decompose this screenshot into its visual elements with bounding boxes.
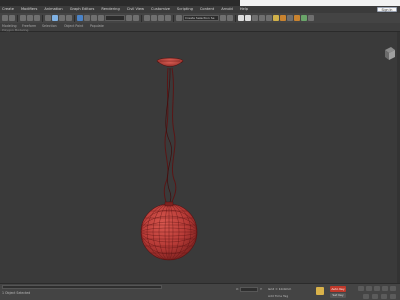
sign-in-button[interactable]: Sign In [377,7,397,12]
x-coordinate-field[interactable] [240,287,258,292]
rectangle-selection-icon[interactable] [59,15,65,21]
perspective-viewport[interactable] [0,32,400,283]
zoom-icon[interactable] [363,294,369,299]
ceiling-canopy[interactable] [156,57,184,67]
playback-controls [358,286,396,291]
edit-named-selection-icon[interactable] [176,15,182,21]
align-icon[interactable] [227,15,233,21]
unlink-icon[interactable] [27,15,33,21]
toggle-scene-explorer-icon[interactable] [238,15,244,21]
named-selection-set-input[interactable]: Create Selection Se [183,15,219,21]
pan-icon[interactable] [390,294,396,299]
grid-readout: Grid = 10.0mm [268,287,292,291]
pivot-center-icon[interactable] [126,15,132,21]
menu-create[interactable]: Create [0,6,18,13]
toggle-ribbon-icon[interactable] [252,15,258,21]
menu-bar: Create Modifiers Animation Graph Editors… [0,6,400,13]
a360-gallery-icon[interactable] [308,15,314,21]
set-key-button[interactable]: Set Key [330,293,346,298]
move-icon[interactable] [77,15,83,21]
toggle-layer-explorer-icon[interactable] [245,15,251,21]
material-editor-icon[interactable] [273,15,279,21]
go-to-end-icon[interactable] [390,286,396,291]
pendant-sphere[interactable] [140,201,198,261]
select-manipulate-icon[interactable] [133,15,139,21]
menu-content[interactable]: Content [197,6,218,13]
ribbon: Modeling Freeform Selection Object Paint… [0,23,400,32]
add-time-tag[interactable]: Add Time Tag [268,294,288,298]
menu-help[interactable]: Help [237,6,252,13]
mirror-icon[interactable] [220,15,226,21]
render-in-cloud-icon[interactable] [301,15,307,21]
status-bar: 1 Object Selected X: Y: Grid = 10.0mm Ad… [0,283,400,300]
go-to-start-icon[interactable] [358,286,364,291]
bind-space-warp-icon[interactable] [34,15,40,21]
ribbon-tab-object-paint[interactable]: Object Paint [64,24,83,28]
rendered-frame-window-icon[interactable] [287,15,293,21]
time-slider[interactable] [2,285,162,289]
y-coordinate-label: Y: [260,287,263,291]
select-by-name-icon[interactable] [52,15,58,21]
menu-arnold[interactable]: Arnold [218,6,237,13]
menu-civil-view[interactable]: Civil View [124,6,148,13]
auto-key-button[interactable]: Auto Key [330,286,346,292]
viewport-scene [140,47,395,261]
link-icon[interactable] [20,15,26,21]
schematic-view-icon[interactable] [266,15,272,21]
menu-modifiers[interactable]: Modifiers [18,6,41,13]
next-frame-icon[interactable] [382,286,388,291]
snaps-toggle-icon[interactable] [144,15,150,21]
play-icon[interactable] [374,286,380,291]
ribbon-tab-selection[interactable]: Selection [42,24,57,28]
toolbar-separator [17,14,18,22]
rotate-icon[interactable] [84,15,90,21]
ribbon-tab-populate[interactable]: Populate [90,24,104,28]
menu-scripting[interactable]: Scripting [174,6,197,13]
previous-frame-icon[interactable] [366,286,372,291]
viewport-navigation-controls [363,294,396,299]
zoom-all-icon[interactable] [372,294,378,299]
render-production-icon[interactable] [294,15,300,21]
spinner-snap-icon[interactable] [165,15,171,21]
pendant-cables[interactable] [163,67,177,206]
menu-customize[interactable]: Customize [148,6,174,13]
reference-coordinate-select[interactable] [105,15,125,21]
key-icon[interactable] [316,287,324,295]
scale-icon[interactable] [91,15,97,21]
percent-snap-icon[interactable] [158,15,164,21]
angle-snap-icon[interactable] [151,15,157,21]
menu-rendering[interactable]: Rendering [98,6,123,13]
render-setup-icon[interactable] [280,15,286,21]
undo-icon[interactable] [2,15,8,21]
window-crossing-icon[interactable] [66,15,72,21]
orbit-icon[interactable] [381,294,387,299]
redo-icon[interactable] [9,15,15,21]
curve-editor-icon[interactable] [259,15,265,21]
select-object-icon[interactable] [45,15,51,21]
x-coordinate-label: X: [236,287,240,291]
main-toolbar: Create Selection Se [0,13,400,23]
selection-status-text: 1 Object Selected [2,291,31,295]
menu-graph-editors[interactable]: Graph Editors [67,6,99,13]
place-icon[interactable] [98,15,104,21]
viewcube-icon[interactable] [385,47,395,60]
menu-animation[interactable]: Animation [41,6,66,13]
